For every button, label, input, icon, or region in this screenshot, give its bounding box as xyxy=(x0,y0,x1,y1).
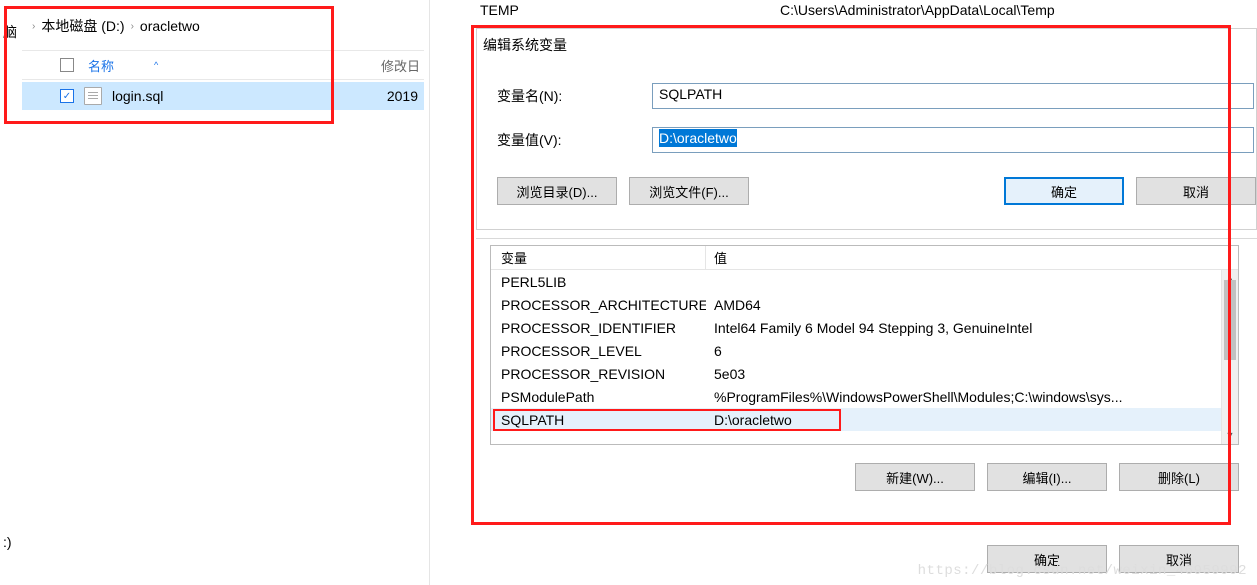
col-header-var[interactable]: 变量 xyxy=(491,246,706,269)
env-row-sqlpath[interactable]: SQLPATHD:\oracletwo xyxy=(491,408,1238,431)
env-row[interactable]: PROCESSOR_LEVEL6 xyxy=(491,339,1238,362)
explorer-nav-tree: 脑 :) xyxy=(0,0,22,585)
sort-asc-icon: ^ xyxy=(154,60,158,70)
var-name-input[interactable]: SQLPATH xyxy=(652,83,1254,109)
env-var-name: TEMP xyxy=(480,2,519,18)
breadcrumb-seg-folder[interactable]: oracletwo xyxy=(140,18,200,34)
var-value-input[interactable]: D:\oracletwo xyxy=(652,127,1254,153)
watermark: https://blog.csdn.net/weixin_46959992 xyxy=(918,563,1247,579)
chevron-right-icon: › xyxy=(131,21,134,32)
ok-button[interactable]: 确定 xyxy=(1004,177,1124,205)
env-row[interactable]: PROCESSOR_IDENTIFIERIntel64 Family 6 Mod… xyxy=(491,316,1238,339)
var-name-label: 变量名(N): xyxy=(497,86,652,106)
file-checkbox[interactable] xyxy=(60,89,74,103)
browse-file-button[interactable]: 浏览文件(F)... xyxy=(629,177,749,205)
var-value-label: 变量值(V): xyxy=(497,130,652,150)
file-icon xyxy=(84,87,102,105)
file-date: 2019 xyxy=(387,88,418,104)
select-all-checkbox[interactable] xyxy=(60,58,74,72)
env-row-temp: TEMP C:\Users\Administrator\AppData\Loca… xyxy=(480,2,519,18)
edit-env-var-dialog: 编辑系统变量 变量名(N): SQLPATH 变量值(V): D:\oracle… xyxy=(476,28,1257,230)
breadcrumb-seg-disk[interactable]: 本地磁盘 (D:) xyxy=(41,16,124,36)
column-header-name[interactable]: 名称 xyxy=(88,56,114,75)
scroll-thumb[interactable] xyxy=(1224,280,1236,360)
cancel-button[interactable]: 取消 xyxy=(1136,177,1256,205)
scroll-down-icon[interactable]: ▼ xyxy=(1222,427,1238,444)
file-name: login.sql xyxy=(112,88,163,104)
chevron-right-icon: › xyxy=(32,21,35,32)
delete-var-button[interactable]: 删除(L) xyxy=(1119,463,1239,491)
env-var-value: C:\Users\Administrator\AppData\Local\Tem… xyxy=(780,2,1257,18)
nav-tree-label: 脑 xyxy=(3,22,17,42)
column-header-modified[interactable]: 修改日 xyxy=(381,56,420,75)
file-explorer-panel: 脑 :) › 本地磁盘 (D:) › oracletwo 名称 ^ 修改日 lo… xyxy=(0,0,430,585)
system-variables-list-panel: 变量 值 PERL5LIB PROCESSOR_ARCHITECTUREAMD6… xyxy=(476,238,1257,491)
env-list-box[interactable]: 变量 值 PERL5LIB PROCESSOR_ARCHITECTUREAMD6… xyxy=(490,245,1239,445)
env-row[interactable]: PERL5LIB xyxy=(491,270,1238,293)
env-row[interactable]: PROCESSOR_REVISION5e03 xyxy=(491,362,1238,385)
new-var-button[interactable]: 新建(W)... xyxy=(855,463,975,491)
file-row[interactable]: login.sql 2019 xyxy=(22,82,424,110)
nav-tree-bottom: :) xyxy=(3,534,12,550)
col-header-val[interactable]: 值 xyxy=(706,248,1238,267)
scrollbar[interactable]: ▲ ▼ xyxy=(1221,270,1238,444)
env-row[interactable]: PSModulePath%ProgramFiles%\WindowsPowerS… xyxy=(491,385,1238,408)
breadcrumb[interactable]: › 本地磁盘 (D:) › oracletwo xyxy=(22,12,424,40)
edit-var-button[interactable]: 编辑(I)... xyxy=(987,463,1107,491)
dialog-title: 编辑系统变量 xyxy=(477,29,1256,65)
browse-dir-button[interactable]: 浏览目录(D)... xyxy=(497,177,617,205)
env-list-header: 变量 值 xyxy=(491,246,1238,270)
env-row[interactable]: PROCESSOR_ARCHITECTUREAMD64 xyxy=(491,293,1238,316)
file-list-header: 名称 ^ 修改日 xyxy=(22,50,424,80)
